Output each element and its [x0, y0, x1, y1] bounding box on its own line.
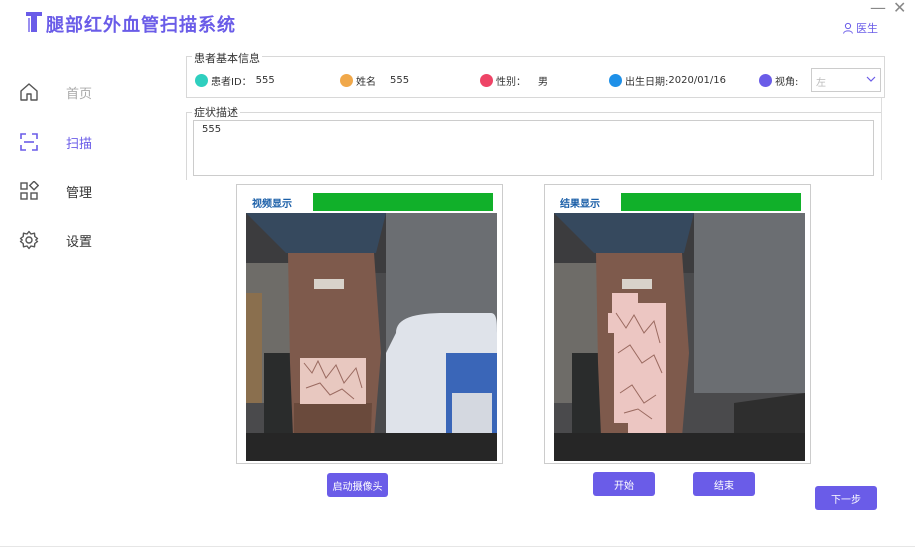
result-panel: 结果显示	[544, 184, 811, 464]
result-title: 结果显示	[560, 199, 600, 210]
divider	[881, 98, 882, 180]
birth-dot-icon	[609, 73, 622, 87]
end-button[interactable]: 结束	[693, 472, 755, 496]
gender-dot-icon	[480, 73, 493, 87]
bottom-divider	[0, 546, 915, 547]
user-name: 医生	[856, 22, 878, 35]
patient-id: 患者ID： 555	[195, 72, 275, 88]
sidebar-item-home[interactable]: 首页	[18, 79, 92, 105]
patient-birth: 出生日期: 2020/01/16	[609, 72, 726, 88]
patient-info-legend: 患者基本信息	[192, 50, 262, 66]
sidebar-item-label: 扫描	[66, 136, 93, 152]
sidebar: 首页 扫描 管理 设置	[0, 44, 185, 549]
patient-birth-value: 2020/01/16	[668, 74, 727, 86]
result-status-bar	[621, 193, 801, 211]
id-dot-icon	[195, 73, 208, 87]
start-button[interactable]: 开始	[593, 472, 655, 496]
patient-view: 视角:	[759, 72, 798, 88]
app-title: 腿部红外血管扫描系统	[46, 15, 236, 36]
minimize-button[interactable]: —	[870, 0, 886, 17]
gear-icon	[18, 229, 40, 251]
sidebar-item-label: 首页	[66, 86, 93, 102]
patient-gender: 性别： 男	[480, 72, 548, 88]
sidebar-item-settings[interactable]: 设置	[18, 227, 92, 253]
sidebar-item-scan[interactable]: 扫描	[18, 129, 92, 155]
view-dot-icon	[759, 73, 772, 87]
user-menu[interactable]: 医生	[842, 20, 878, 36]
patient-name: 姓名 555	[340, 72, 409, 88]
home-icon	[18, 81, 40, 103]
patient-birth-label: 出生日期:	[625, 76, 669, 88]
patient-name-value: 555	[390, 74, 410, 86]
sidebar-item-manage[interactable]: 管理	[18, 178, 92, 204]
video-panel: 视频显示	[236, 184, 503, 464]
scan-icon	[18, 131, 40, 153]
sidebar-item-label: 管理	[66, 185, 93, 201]
sidebar-item-label: 设置	[66, 234, 93, 250]
next-step-button[interactable]: 下一步	[815, 486, 877, 510]
symptom-text: 555	[202, 124, 222, 135]
video-status-bar	[313, 193, 493, 211]
start-camera-button[interactable]: 启动摄像头	[327, 473, 388, 497]
symptom-textarea[interactable]: 555	[193, 120, 874, 176]
title-bar: 腿部红外血管扫描系统 — ✕ 医生	[0, 0, 915, 44]
video-feed	[246, 213, 497, 461]
close-button[interactable]: ✕	[893, 0, 906, 17]
patient-gender-value: 男	[538, 76, 548, 88]
apps-icon	[18, 180, 40, 202]
patient-name-label: 姓名	[356, 76, 376, 88]
app-logo-icon	[26, 12, 42, 32]
chevron-down-icon	[866, 76, 876, 82]
symptom-legend: 症状描述	[192, 104, 240, 120]
patient-gender-label: 性别：	[496, 76, 526, 88]
view-select-value: 左	[816, 78, 826, 89]
user-icon	[843, 22, 853, 34]
result-image	[554, 213, 805, 461]
patient-view-label: 视角:	[775, 76, 799, 88]
video-title: 视频显示	[252, 199, 292, 210]
patient-id-value: 555	[255, 74, 275, 86]
patient-id-label: 患者ID：	[211, 76, 252, 88]
name-dot-icon	[340, 73, 353, 87]
view-select[interactable]: 左	[811, 68, 881, 92]
